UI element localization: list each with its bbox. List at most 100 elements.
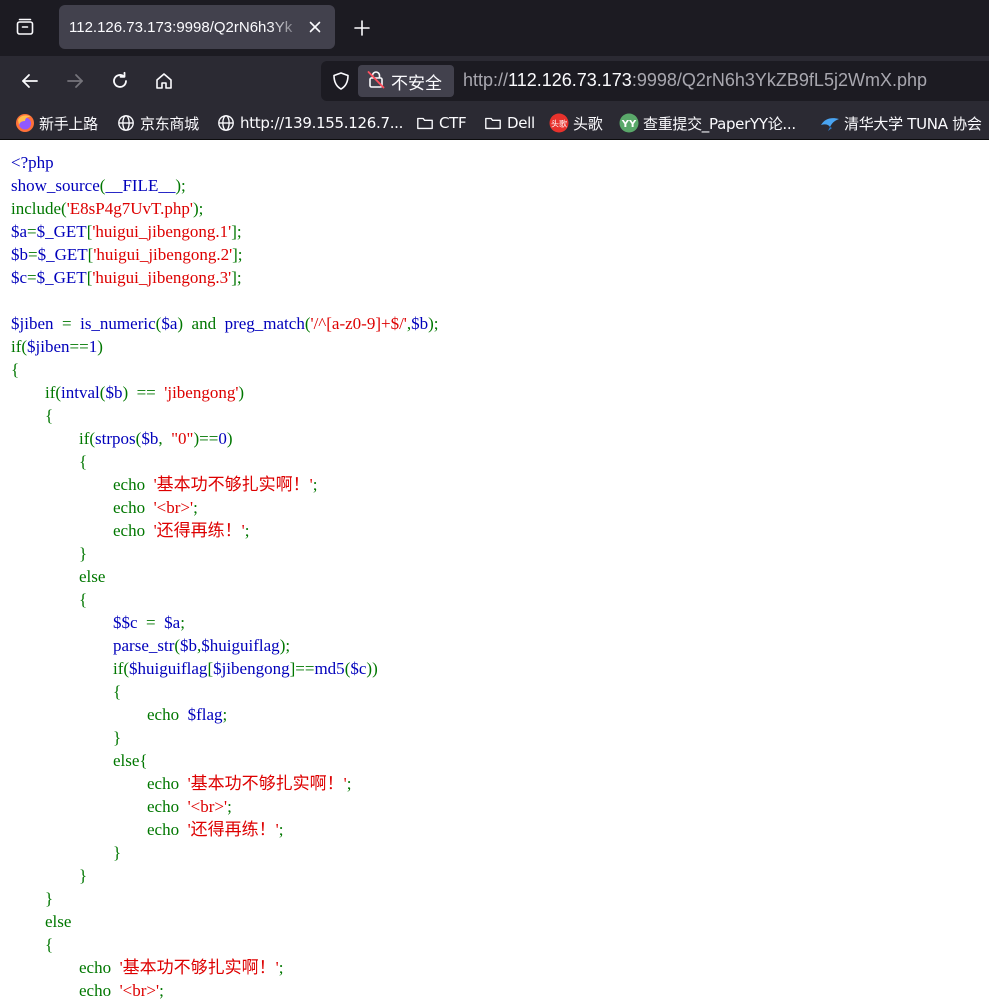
tab-close-button[interactable] [305, 17, 325, 37]
reload-icon [113, 71, 127, 88]
code-token: $jiben [11, 314, 62, 333]
bookmark-item[interactable]: 新手上路 [15, 111, 98, 135]
code-token: = [28, 245, 38, 264]
new-tab-button[interactable] [348, 14, 376, 42]
code-token: , [158, 429, 172, 448]
touge-icon: 头歌 [549, 113, 569, 133]
code-line: if($jiben==1) [11, 335, 439, 358]
code-line: echo '还得再练！'; [11, 519, 439, 542]
code-token: $c [350, 659, 367, 678]
code-token: ; [159, 981, 164, 999]
code-token: { [11, 360, 20, 379]
paperyy-icon: YY [619, 113, 639, 133]
bookmarks-toolbar: 新手上路 京东商城 http://139.155.126.7... CTF De… [0, 106, 989, 140]
code-token: ) [226, 429, 233, 448]
code-token: ; [193, 498, 198, 517]
code-line: $$c = $a; [11, 611, 439, 634]
security-label: 不安全 [391, 73, 442, 94]
code-token: if( [11, 659, 130, 678]
code-line: echo '<br>'; [11, 496, 439, 519]
bookmark-item[interactable]: 头歌 头歌 [549, 111, 603, 135]
folder-icon [415, 113, 435, 133]
code-line: { [11, 450, 439, 473]
url-text[interactable]: http://112.126.73.173:9998/Q2rN6h3YkZB9f… [463, 70, 927, 91]
code-line: $b=$_GET['huigui_jibengong.2']; [11, 243, 439, 266]
arrow-left-icon [22, 74, 38, 88]
globe-icon [116, 113, 136, 133]
svg-text:YY: YY [621, 119, 637, 130]
url-bar[interactable]: 不安全 http://112.126.73.173:9998/Q2rN6h3Yk… [321, 61, 989, 101]
code-token: $c [11, 268, 28, 287]
code-line: if(strpos($b, "0")==0) [11, 427, 439, 450]
code-token: else [11, 567, 106, 586]
bookmark-label: 京东商城 [140, 114, 199, 133]
back-button[interactable] [14, 65, 46, 97]
code-line: echo '<br>'; [11, 979, 439, 999]
code-token: $b [105, 383, 123, 402]
code-token: ) and [177, 314, 225, 333]
bookmark-item[interactable]: 清华大学 TUNA 协会 [820, 111, 982, 135]
arrow-right-icon [67, 74, 83, 88]
code-token: md5 [314, 659, 345, 678]
code-token: echo [11, 774, 188, 793]
code-token: ; [180, 613, 185, 632]
navigation-toolbar: 不安全 http://112.126.73.173:9998/Q2rN6h3Yk… [0, 56, 989, 106]
code-token: echo [11, 797, 188, 816]
tab-active[interactable]: 112.126.73.173:9998/Q2rN6h3Yk [59, 5, 335, 49]
code-token: intval [61, 383, 100, 402]
code-line: } [11, 887, 439, 910]
list-all-tabs-button[interactable] [10, 14, 40, 44]
svg-text:头歌: 头歌 [551, 119, 567, 129]
code-line: echo '还得再练！'; [11, 818, 439, 841]
code-token: )== [193, 429, 219, 448]
forward-button[interactable] [59, 65, 91, 97]
page-content: <?php show_source(__FILE__); include('E8sP… [0, 141, 989, 999]
code-token: parse_str [113, 636, 175, 655]
bookmark-folder[interactable]: Dell [483, 111, 535, 135]
code-line: } [11, 864, 439, 887]
bookmark-item[interactable]: 京东商城 [116, 111, 199, 135]
bookmark-item[interactable]: YY 查重提交_PaperYY论... [619, 111, 796, 135]
url-scheme: http:// [463, 70, 509, 90]
code-token: echo [11, 958, 120, 977]
code-line: { [11, 933, 439, 956]
code-line: show_source(__FILE__); [11, 174, 439, 197]
code-token: echo [11, 475, 154, 494]
tracking-protection-button[interactable] [329, 69, 353, 93]
bookmark-folder[interactable]: CTF [415, 111, 467, 135]
code-token: $$c [113, 613, 147, 632]
bookmark-label: 头歌 [573, 114, 603, 133]
reload-button[interactable] [104, 65, 136, 97]
code-line: <?php [11, 151, 439, 174]
code-token: ]; [231, 268, 242, 287]
code-line: else [11, 910, 439, 933]
code-token: { [11, 452, 88, 471]
code-token: ); [175, 176, 186, 195]
code-token: ) [238, 383, 245, 402]
site-security-button[interactable]: 不安全 [358, 65, 454, 97]
close-icon [309, 21, 321, 33]
code-token: == [69, 337, 89, 356]
code-token: ) == [122, 383, 165, 402]
code-line: { [11, 588, 439, 611]
code-token: ) [97, 337, 103, 356]
code-line: } [11, 542, 439, 565]
code-token: 'huigui_jibengong.3' [92, 268, 232, 287]
home-button[interactable] [148, 65, 180, 97]
code-token: $a [11, 222, 28, 241]
code-token: else [11, 912, 72, 931]
bookmark-label: 新手上路 [39, 114, 98, 133]
code-line: echo '基本功不够扎实啊！'; [11, 473, 439, 496]
code-token: if( [11, 429, 96, 448]
code-line: echo '<br>'; [11, 795, 439, 818]
code-token: ]; [232, 245, 243, 264]
code-line: else{ [11, 749, 439, 772]
code-token: echo [11, 521, 154, 540]
code-token: $b [411, 314, 429, 333]
code-line: } [11, 726, 439, 749]
code-token: } [11, 866, 88, 885]
code-line: { [11, 680, 439, 703]
code-token: ]; [231, 222, 242, 241]
code-token: $b [180, 636, 198, 655]
bookmark-item[interactable]: http://139.155.126.7... [216, 111, 403, 135]
